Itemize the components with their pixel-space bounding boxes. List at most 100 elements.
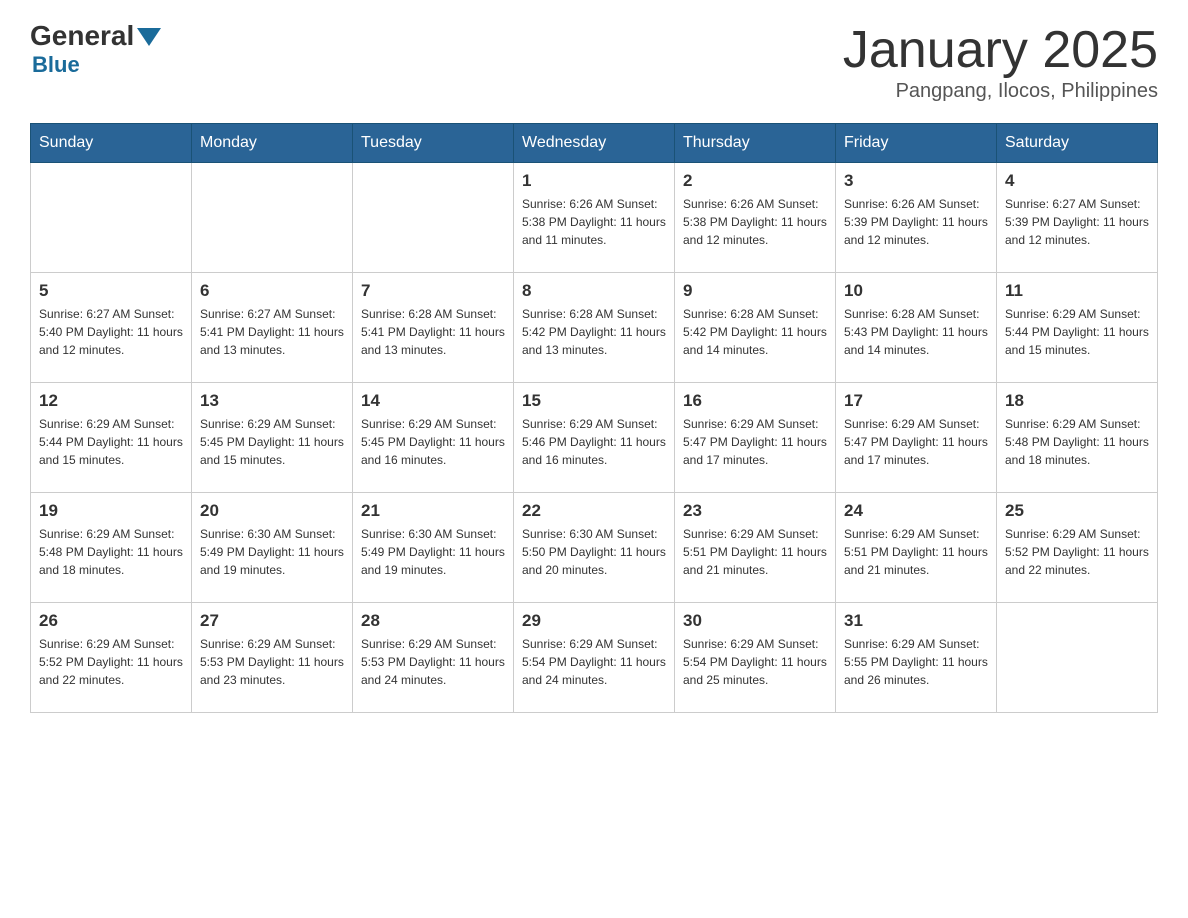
day-info: Sunrise: 6:29 AM Sunset: 5:54 PM Dayligh… — [683, 635, 827, 689]
calendar-cell: 4 Sunrise: 6:27 AM Sunset: 5:39 PM Daylig… — [997, 163, 1158, 273]
day-info: Sunrise: 6:29 AM Sunset: 5:55 PM Dayligh… — [844, 635, 988, 689]
day-info: Sunrise: 6:26 AM Sunset: 5:38 PM Dayligh… — [522, 195, 666, 249]
day-number: 1 — [522, 171, 666, 191]
day-number: 5 — [39, 281, 183, 301]
day-header-thursday: Thursday — [675, 124, 836, 163]
day-number: 11 — [1005, 281, 1149, 301]
day-info: Sunrise: 6:26 AM Sunset: 5:39 PM Dayligh… — [844, 195, 988, 249]
day-info: Sunrise: 6:29 AM Sunset: 5:51 PM Dayligh… — [683, 525, 827, 579]
day-info: Sunrise: 6:29 AM Sunset: 5:45 PM Dayligh… — [200, 415, 344, 469]
day-number: 3 — [844, 171, 988, 191]
calendar-cell: 11Sunrise: 6:29 AM Sunset: 5:44 PM Dayli… — [997, 273, 1158, 383]
day-info: Sunrise: 6:30 AM Sunset: 5:49 PM Dayligh… — [200, 525, 344, 579]
calendar-header: SundayMondayTuesdayWednesdayThursdayFrid… — [31, 124, 1158, 163]
calendar-cell: 9 Sunrise: 6:28 AM Sunset: 5:42 PM Daylig… — [675, 273, 836, 383]
calendar-cell — [192, 163, 353, 273]
calendar-cell — [997, 603, 1158, 713]
week-row-2: 5 Sunrise: 6:27 AM Sunset: 5:40 PM Daylig… — [31, 273, 1158, 383]
calendar-cell: 16 Sunrise: 6:29 AM Sunset: 5:47 PM Dayli… — [675, 383, 836, 493]
day-number: 15 — [522, 391, 666, 411]
title-section: January 2025 Pangpang, Ilocos, Philippin… — [843, 20, 1158, 103]
calendar-cell: 15 Sunrise: 6:29 AM Sunset: 5:46 PM Dayli… — [514, 383, 675, 493]
calendar-cell — [31, 163, 192, 273]
day-info: Sunrise: 6:28 AM Sunset: 5:42 PM Dayligh… — [683, 305, 827, 359]
day-info: Sunrise: 6:29 AM Sunset: 5:47 PM Dayligh… — [683, 415, 827, 469]
day-number: 9 — [683, 281, 827, 301]
day-number: 25 — [1005, 501, 1149, 521]
day-info: Sunrise: 6:30 AM Sunset: 5:49 PM Dayligh… — [361, 525, 505, 579]
day-info: Sunrise: 6:29 AM Sunset: 5:46 PM Dayligh… — [522, 415, 666, 469]
day-number: 19 — [39, 501, 183, 521]
day-header-friday: Friday — [836, 124, 997, 163]
month-title: January 2025 — [843, 20, 1158, 80]
day-number: 2 — [683, 171, 827, 191]
day-number: 8 — [522, 281, 666, 301]
day-info: Sunrise: 6:29 AM Sunset: 5:54 PM Dayligh… — [522, 635, 666, 689]
logo: General Blue — [30, 20, 161, 78]
calendar-cell: 17 Sunrise: 6:29 AM Sunset: 5:47 PM Dayli… — [836, 383, 997, 493]
day-header-sunday: Sunday — [31, 124, 192, 163]
week-row-1: 1 Sunrise: 6:26 AM Sunset: 5:38 PM Daylig… — [31, 163, 1158, 273]
calendar-cell: 27 Sunrise: 6:29 AM Sunset: 5:53 PM Dayli… — [192, 603, 353, 713]
logo-blue-text: Blue — [30, 52, 161, 78]
day-number: 10 — [844, 281, 988, 301]
day-info: Sunrise: 6:29 AM Sunset: 5:53 PM Dayligh… — [200, 635, 344, 689]
calendar-cell: 21 Sunrise: 6:30 AM Sunset: 5:49 PM Dayli… — [353, 493, 514, 603]
day-number: 13 — [200, 391, 344, 411]
logo-blue: Blue — [32, 52, 80, 77]
calendar-cell: 24Sunrise: 6:29 AM Sunset: 5:51 PM Dayli… — [836, 493, 997, 603]
day-header-tuesday: Tuesday — [353, 124, 514, 163]
calendar-cell: 2 Sunrise: 6:26 AM Sunset: 5:38 PM Daylig… — [675, 163, 836, 273]
calendar-cell: 20 Sunrise: 6:30 AM Sunset: 5:49 PM Dayli… — [192, 493, 353, 603]
week-row-4: 19 Sunrise: 6:29 AM Sunset: 5:48 PM Dayli… — [31, 493, 1158, 603]
day-header-wednesday: Wednesday — [514, 124, 675, 163]
page-header: General Blue January 2025 Pangpang, Iloc… — [30, 20, 1158, 103]
calendar-cell: 22Sunrise: 6:30 AM Sunset: 5:50 PM Dayli… — [514, 493, 675, 603]
day-number: 20 — [200, 501, 344, 521]
day-info: Sunrise: 6:28 AM Sunset: 5:42 PM Dayligh… — [522, 305, 666, 359]
calendar-cell: 26Sunrise: 6:29 AM Sunset: 5:52 PM Dayli… — [31, 603, 192, 713]
day-info: Sunrise: 6:29 AM Sunset: 5:44 PM Dayligh… — [39, 415, 183, 469]
day-info: Sunrise: 6:30 AM Sunset: 5:50 PM Dayligh… — [522, 525, 666, 579]
calendar-cell: 29Sunrise: 6:29 AM Sunset: 5:54 PM Dayli… — [514, 603, 675, 713]
day-number: 21 — [361, 501, 505, 521]
calendar-table: SundayMondayTuesdayWednesdayThursdayFrid… — [30, 123, 1158, 713]
day-number: 17 — [844, 391, 988, 411]
day-info: Sunrise: 6:28 AM Sunset: 5:41 PM Dayligh… — [361, 305, 505, 359]
day-number: 4 — [1005, 171, 1149, 191]
day-info: Sunrise: 6:29 AM Sunset: 5:48 PM Dayligh… — [39, 525, 183, 579]
calendar-cell — [353, 163, 514, 273]
logo-arrow-icon — [137, 28, 161, 46]
logo-general: General — [30, 20, 134, 52]
day-info: Sunrise: 6:29 AM Sunset: 5:53 PM Dayligh… — [361, 635, 505, 689]
calendar-cell: 8 Sunrise: 6:28 AM Sunset: 5:42 PM Daylig… — [514, 273, 675, 383]
day-info: Sunrise: 6:27 AM Sunset: 5:39 PM Dayligh… — [1005, 195, 1149, 249]
day-info: Sunrise: 6:27 AM Sunset: 5:41 PM Dayligh… — [200, 305, 344, 359]
calendar-cell: 18Sunrise: 6:29 AM Sunset: 5:48 PM Dayli… — [997, 383, 1158, 493]
week-row-5: 26Sunrise: 6:29 AM Sunset: 5:52 PM Dayli… — [31, 603, 1158, 713]
week-row-3: 12Sunrise: 6:29 AM Sunset: 5:44 PM Dayli… — [31, 383, 1158, 493]
day-info: Sunrise: 6:27 AM Sunset: 5:40 PM Dayligh… — [39, 305, 183, 359]
day-number: 7 — [361, 281, 505, 301]
calendar-cell: 12Sunrise: 6:29 AM Sunset: 5:44 PM Dayli… — [31, 383, 192, 493]
calendar-cell: 14Sunrise: 6:29 AM Sunset: 5:45 PM Dayli… — [353, 383, 514, 493]
calendar-cell: 10Sunrise: 6:28 AM Sunset: 5:43 PM Dayli… — [836, 273, 997, 383]
day-number: 23 — [683, 501, 827, 521]
day-info: Sunrise: 6:29 AM Sunset: 5:52 PM Dayligh… — [39, 635, 183, 689]
calendar-cell: 31 Sunrise: 6:29 AM Sunset: 5:55 PM Dayli… — [836, 603, 997, 713]
calendar-cell: 13 Sunrise: 6:29 AM Sunset: 5:45 PM Dayli… — [192, 383, 353, 493]
day-info: Sunrise: 6:29 AM Sunset: 5:52 PM Dayligh… — [1005, 525, 1149, 579]
calendar-cell: 3 Sunrise: 6:26 AM Sunset: 5:39 PM Daylig… — [836, 163, 997, 273]
day-number: 27 — [200, 611, 344, 631]
day-info: Sunrise: 6:26 AM Sunset: 5:38 PM Dayligh… — [683, 195, 827, 249]
day-info: Sunrise: 6:29 AM Sunset: 5:51 PM Dayligh… — [844, 525, 988, 579]
day-info: Sunrise: 6:29 AM Sunset: 5:47 PM Dayligh… — [844, 415, 988, 469]
day-number: 30 — [683, 611, 827, 631]
calendar-cell: 30 Sunrise: 6:29 AM Sunset: 5:54 PM Dayli… — [675, 603, 836, 713]
calendar-cell: 1 Sunrise: 6:26 AM Sunset: 5:38 PM Daylig… — [514, 163, 675, 273]
day-info: Sunrise: 6:29 AM Sunset: 5:45 PM Dayligh… — [361, 415, 505, 469]
day-number: 31 — [844, 611, 988, 631]
day-header-saturday: Saturday — [997, 124, 1158, 163]
day-number: 16 — [683, 391, 827, 411]
calendar-cell: 6Sunrise: 6:27 AM Sunset: 5:41 PM Daylig… — [192, 273, 353, 383]
